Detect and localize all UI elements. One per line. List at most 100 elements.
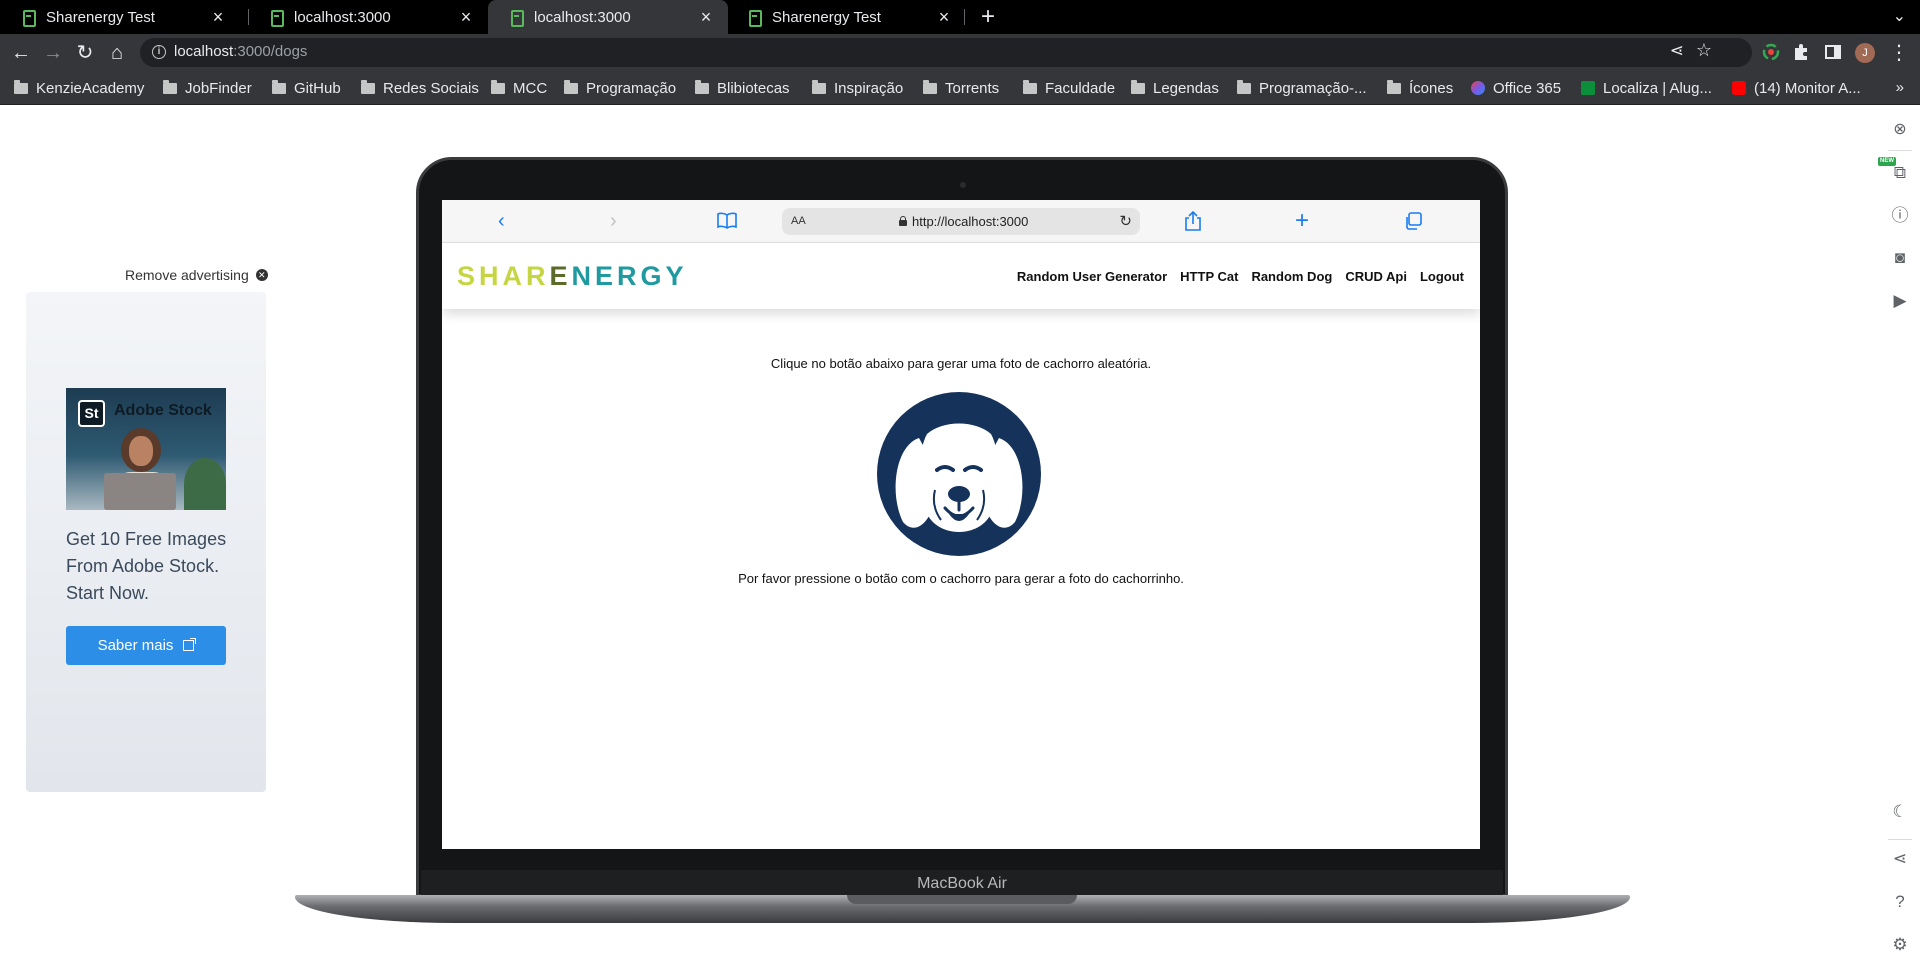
bookmark-label: Redes Sociais — [383, 79, 479, 97]
bookmark-jobfinder[interactable]: JobFinder — [163, 71, 252, 105]
new-tab-button[interactable]: + — [975, 4, 1001, 30]
close-tab-icon[interactable]: × — [936, 8, 952, 26]
safari-url[interactable]: http://localhost:3000 — [912, 214, 1028, 229]
back-arrow-icon[interactable]: ← — [8, 40, 34, 66]
bookmark-programacao[interactable]: Programação — [564, 71, 676, 105]
tab-search-chevron-icon[interactable]: ⌄ — [1893, 6, 1906, 26]
bookmark-label: Inspiração — [834, 79, 904, 97]
address-url[interactable]: localhost:3000/dogs — [174, 43, 307, 60]
bookmark-label: Programação-... — [1259, 79, 1367, 97]
bookmark-inspiracao[interactable]: Inspiração — [812, 71, 903, 105]
info-icon[interactable]: ⓘ — [1890, 206, 1910, 226]
folder-icon — [163, 79, 177, 94]
safari-address-bar[interactable]: AA http://localhost:3000 ↻ — [782, 208, 1140, 235]
webcam-dot — [960, 182, 966, 188]
folder-icon — [1131, 79, 1145, 94]
bookmark-redes-sociais[interactable]: Redes Sociais — [361, 71, 479, 105]
extension-circle-icon[interactable] — [1761, 42, 1781, 62]
tab-title: Sharenergy Test — [772, 8, 881, 26]
macbook-notch — [847, 895, 1077, 904]
bookmark-torrents[interactable]: Torrents — [923, 71, 999, 105]
advertisement-card[interactable]: St Adobe Stock Get 10 Free Images From A… — [26, 292, 266, 792]
bookmark-label: Ícones — [1409, 79, 1454, 97]
bookmark-label: KenzieAcademy — [36, 79, 145, 97]
bookmark-star-icon[interactable]: ☆ — [1696, 40, 1712, 61]
sharenergy-logo[interactable]: SHARENERGY — [457, 261, 688, 292]
bookmark-localiza[interactable]: Localiza | Alug... — [1581, 71, 1712, 105]
site-info-icon[interactable]: i — [152, 45, 166, 59]
remove-advertising-link[interactable]: Remove advertising ✕ — [125, 267, 268, 283]
chrome-menu-icon[interactable]: ⋮ — [1886, 40, 1912, 66]
sharenergy-favicon-icon — [748, 9, 762, 27]
share-icon[interactable]: ⋖ — [1890, 849, 1910, 869]
nav-crud-api[interactable]: CRUD Api — [1345, 269, 1407, 284]
safari-bookmarks-icon[interactable] — [716, 211, 738, 231]
safari-tabs-icon[interactable] — [1404, 212, 1422, 230]
close-tab-icon[interactable]: × — [698, 8, 714, 26]
bookmark-legendas[interactable]: Legendas — [1131, 71, 1219, 105]
safari-share-icon[interactable] — [1184, 211, 1202, 231]
bookmark-kenzieacademy[interactable]: KenzieAcademy — [14, 71, 144, 105]
bookmark-programacao-2[interactable]: Programação-... — [1237, 71, 1367, 105]
more-bookmarks-chevron[interactable]: » — [1896, 79, 1904, 96]
ad-brand-name: Adobe Stock — [114, 402, 212, 419]
sharenergy-favicon-icon — [270, 9, 284, 27]
forward-arrow-icon[interactable]: → — [40, 40, 66, 66]
saber-mais-button[interactable]: Saber mais — [66, 626, 226, 665]
dark-mode-moon-icon[interactable]: ☾ — [1890, 802, 1910, 822]
bookmark-mcc[interactable]: MCC — [491, 71, 547, 105]
tab-localhost-active[interactable]: localhost:3000 × — [488, 0, 728, 34]
nav-http-cat[interactable]: HTTP Cat — [1180, 269, 1238, 284]
safari-back-icon[interactable]: ‹ — [498, 209, 505, 233]
saber-mais-label: Saber mais — [97, 637, 174, 654]
extensions-puzzle-icon[interactable] — [1791, 42, 1811, 62]
sharenergy-favicon-icon — [510, 9, 524, 27]
close-tab-icon[interactable]: × — [210, 8, 226, 26]
nav-random-dog[interactable]: Random Dog — [1251, 269, 1332, 284]
nav-random-user-generator[interactable]: Random User Generator — [1017, 269, 1167, 284]
screenshot-camera-icon[interactable]: ◙ — [1890, 248, 1910, 268]
address-bar[interactable]: i localhost:3000/dogs ⋖ ☆ — [140, 38, 1752, 67]
safari-toolbar: ‹ › AA http://localhost:3000 ↻ + — [442, 200, 1480, 243]
reload-icon[interactable]: ↻ — [72, 40, 98, 66]
bookmark-icones[interactable]: Ícones — [1387, 71, 1453, 105]
bookmark-label: Localiza | Alug... — [1603, 79, 1712, 97]
folder-icon — [812, 79, 826, 94]
bookmark-monitor[interactable]: (14) Monitor A... — [1732, 71, 1861, 105]
close-tab-icon[interactable]: × — [458, 8, 474, 26]
sharenergy-favicon-icon — [22, 9, 36, 27]
tab-sharenergy-test-2[interactable]: Sharenergy Test × — [726, 0, 966, 34]
ad-image[interactable]: St Adobe Stock — [66, 388, 226, 510]
help-icon[interactable]: ? — [1890, 892, 1910, 912]
reader-text-size-button[interactable]: AA — [791, 215, 806, 227]
site-header: SHARENERGY Random User Generator HTTP Ca… — [442, 243, 1480, 309]
close-circle-icon: ✕ — [255, 269, 268, 281]
responsive-devices-icon[interactable]: ⧉ — [1890, 163, 1910, 183]
tab-strip: Sharenergy Test × localhost:3000 × local… — [0, 0, 1920, 34]
bookmark-github[interactable]: GitHub — [272, 71, 341, 105]
settings-gear-icon[interactable]: ⚙ — [1890, 935, 1910, 955]
safari-forward-icon[interactable]: › — [610, 209, 617, 233]
nav-logout[interactable]: Logout — [1420, 269, 1464, 284]
bookmark-faculdade[interactable]: Faculdade — [1023, 71, 1115, 105]
profile-avatar[interactable]: J — [1855, 43, 1875, 63]
video-record-icon[interactable]: ▶ — [1890, 291, 1910, 311]
device-label: MacBook Air — [421, 870, 1503, 898]
bookmark-blibiotecas[interactable]: Blibiotecas — [695, 71, 790, 105]
instruction-text: Clique no botão abaixo para gerar uma fo… — [770, 356, 1152, 371]
folder-icon — [361, 79, 375, 94]
tab-sharenergy-test-1[interactable]: Sharenergy Test × — [0, 0, 240, 34]
page-content: Remove advertising ✕ St Adobe Stock Get … — [0, 105, 1920, 976]
safari-reload-icon[interactable]: ↻ — [1119, 212, 1132, 230]
close-panel-icon[interactable]: ⊗ — [1890, 120, 1910, 140]
share-icon[interactable]: ⋖ — [1670, 41, 1684, 61]
tab-title: localhost:3000 — [534, 8, 631, 26]
home-icon[interactable]: ⌂ — [104, 40, 130, 66]
url-path: :3000/dogs — [233, 43, 308, 60]
bookmark-label: GitHub — [294, 79, 341, 97]
tab-localhost-1[interactable]: localhost:3000 × — [248, 0, 488, 34]
dog-generator-button[interactable] — [875, 390, 1043, 558]
side-panel-icon[interactable] — [1823, 42, 1843, 62]
bookmark-office-365[interactable]: Office 365 — [1471, 71, 1561, 105]
safari-new-tab-icon[interactable]: + — [1295, 209, 1309, 233]
